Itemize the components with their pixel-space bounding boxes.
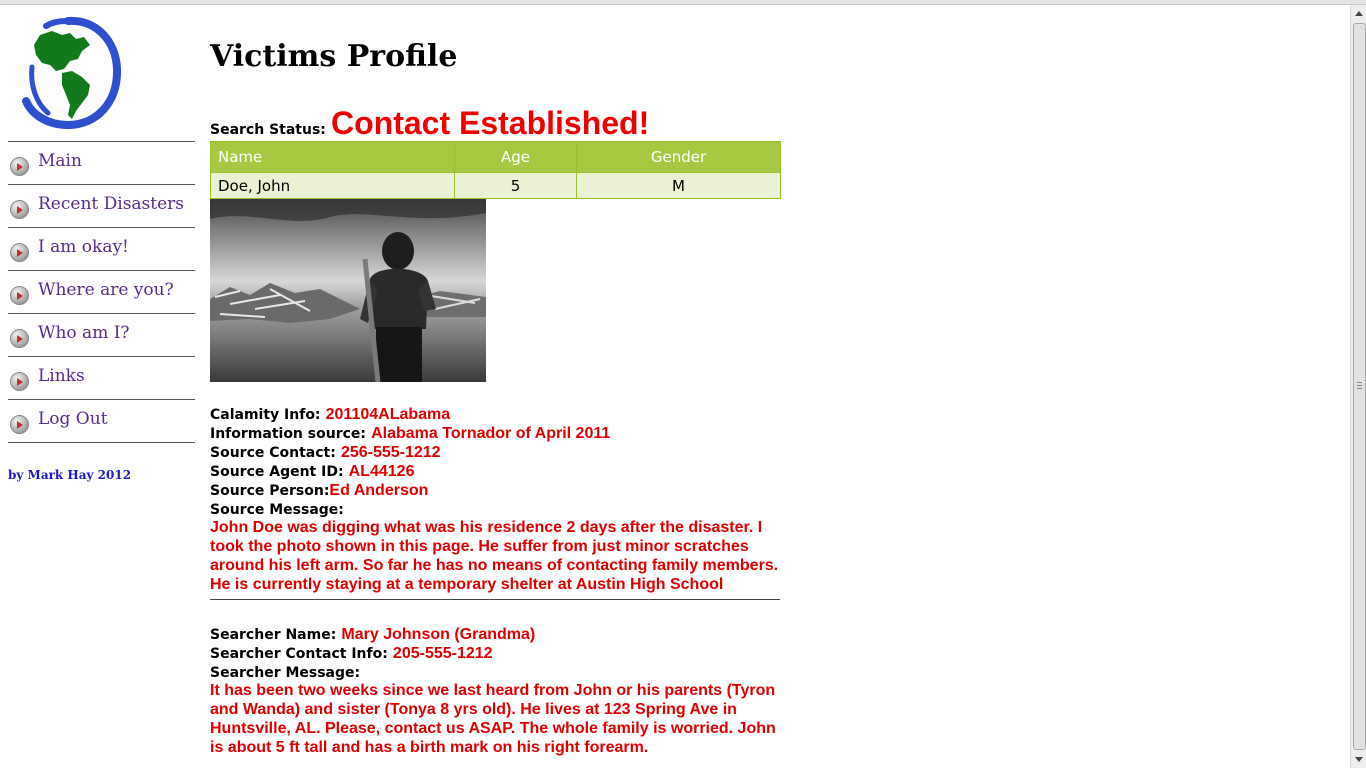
searcher-name-row: Searcher Name: Mary Johnson (Grandma) [210,624,782,643]
search-status-value: Contact Established! [330,105,650,141]
arrow-bullet-icon [10,243,29,262]
sidebar-item-where-are-you[interactable]: Where are you? [8,271,195,314]
source-contact-row: Source Contact: 256-555-1212 [210,442,782,461]
source-person-label: Source Person: [210,483,330,499]
sidebar-item-log-out[interactable]: Log Out [8,400,195,443]
source-person-row: Source Person:Ed Anderson [210,480,782,499]
calamity-info-label: Calamity Info: [210,407,321,423]
globe-americas-icon[interactable] [18,15,128,130]
searcher-message-text: It has been two weeks since we last hear… [210,682,776,756]
cell-age: 5 [454,172,577,199]
arrow-bullet-icon [10,415,29,434]
nav-link-where-are-you[interactable]: Where are you? [38,280,174,300]
cell-gender: M [576,172,781,199]
column-header-name: Name [210,141,455,173]
source-message-label: Source Message: [210,502,344,518]
victim-photo [210,199,486,382]
information-source-row: Information source: Alabama Tornador of … [210,423,782,442]
searcher-info: Searcher Name: Mary Johnson (Grandma) Se… [210,624,782,757]
scroll-down-arrow-icon[interactable] [1352,752,1366,766]
arrow-bullet-icon [10,372,29,391]
victim-table: Name Age Gender Doe, John 5 M [210,141,781,199]
nav-link-links[interactable]: Links [38,366,85,386]
information-source-value: Alabama Tornador of April 2011 [371,425,611,442]
source-contact-value: 256-555-1212 [340,444,441,461]
searcher-name-value: Mary Johnson (Grandma) [341,626,536,643]
sidebar-item-recent-disasters[interactable]: Recent Disasters [8,185,195,228]
vertical-scrollbar[interactable] [1350,5,1366,768]
searcher-message-row: Searcher Message: [210,662,782,681]
column-header-age: Age [454,141,577,173]
arrow-bullet-icon [10,200,29,219]
search-status-label: Search Status: [210,122,326,138]
cell-name: Doe, John [210,172,455,199]
nav-link-log-out[interactable]: Log Out [38,409,108,429]
scroll-up-arrow-icon[interactable] [1352,7,1366,21]
sidebar-item-main[interactable]: Main [8,142,195,185]
source-contact-label: Source Contact: [210,445,336,461]
searcher-contact-label: Searcher Contact Info: [210,646,388,662]
nav-link-i-am-okay[interactable]: I am okay! [38,237,129,257]
table-row: Doe, John 5 M [210,172,781,199]
nav-link-recent-disasters[interactable]: Recent Disasters [38,194,184,214]
searcher-contact-row: Searcher Contact Info: 205-555-1212 [210,643,782,662]
source-agent-id-value: AL44126 [348,463,415,480]
sidebar-item-links[interactable]: Links [8,357,195,400]
arrow-bullet-icon [10,157,29,176]
scrollbar-thumb[interactable] [1353,23,1366,750]
column-header-gender: Gender [576,141,781,173]
searcher-contact-value: 205-555-1212 [392,645,493,662]
search-status: Search Status: Contact Established! [210,105,649,142]
page-title: Victims Profile [210,39,458,74]
page-content: Main Recent Disasters I am okay! Where a… [0,5,1350,768]
source-message-text: John Doe was digging what was his reside… [210,519,779,593]
sidebar-item-i-am-okay[interactable]: I am okay! [8,228,195,271]
source-message-row: Source Message: [210,499,782,518]
source-info: Calamity Info: 201104ALabama Information… [210,404,782,594]
arrow-bullet-icon [10,329,29,348]
nav-link-who-am-i[interactable]: Who am I? [38,323,130,343]
sidebar-nav: Main Recent Disasters I am okay! Where a… [8,141,195,443]
source-agent-id-row: Source Agent ID: AL44126 [210,461,782,480]
source-person-value: Ed Anderson [329,482,429,499]
searcher-name-label: Searcher Name: [210,627,337,643]
author-byline: by Mark Hay 2012 [8,468,132,482]
searcher-message-label: Searcher Message: [210,665,361,681]
scrollbar-grip-icon [1357,382,1362,389]
sidebar-item-who-am-i[interactable]: Who am I? [8,314,195,357]
information-source-label: Information source: [210,426,366,442]
calamity-info-row: Calamity Info: 201104ALabama [210,404,782,423]
section-divider [210,599,780,600]
table-header-row: Name Age Gender [210,141,781,173]
nav-link-main[interactable]: Main [38,151,82,171]
calamity-info-value: 201104ALabama [325,406,451,423]
source-agent-id-label: Source Agent ID: [210,464,344,480]
arrow-bullet-icon [10,286,29,305]
